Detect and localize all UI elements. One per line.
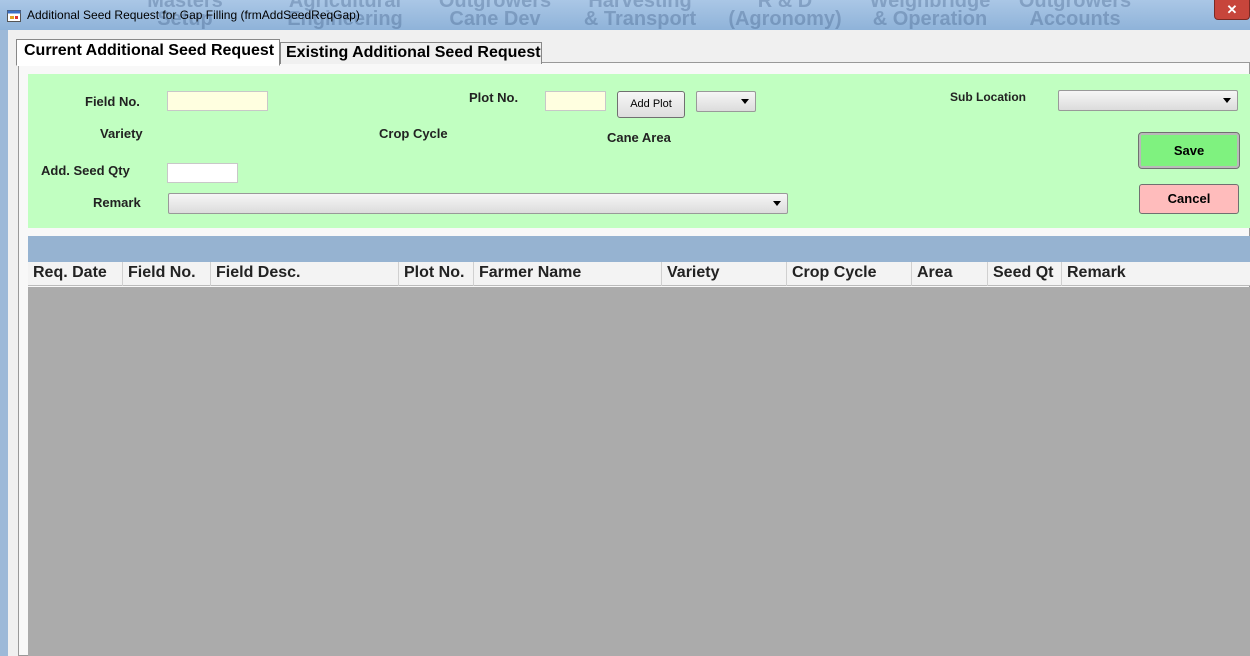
column-header-farmer-name[interactable]: Farmer Name: [473, 262, 661, 286]
column-header-variety[interactable]: Variety: [661, 262, 786, 286]
remark-dropdown[interactable]: [168, 193, 788, 214]
column-header-plot-no[interactable]: Plot No.: [398, 262, 473, 286]
grid-body[interactable]: [28, 287, 1250, 656]
variety-label: Variety: [100, 126, 143, 141]
remark-label: Remark: [93, 195, 141, 210]
cancel-button[interactable]: Cancel: [1139, 184, 1239, 214]
chevron-down-icon: [773, 201, 781, 206]
plot-dropdown[interactable]: [696, 91, 756, 112]
cane-area-label: Cane Area: [607, 130, 671, 145]
sub-location-label: Sub Location: [950, 90, 1026, 104]
background-menu-item: R & D (Agronomy): [728, 0, 842, 30]
add-seed-qty-label: Add. Seed Qty: [41, 163, 130, 178]
tab-existing-request[interactable]: Existing Additional Seed Request: [280, 42, 542, 64]
background-menu-item: Outgrowers Accounts: [1018, 0, 1132, 30]
save-button[interactable]: Save: [1138, 132, 1240, 169]
column-header-field-desc[interactable]: Field Desc.: [210, 262, 398, 286]
column-header-remark[interactable]: Remark: [1061, 262, 1250, 286]
plot-no-input[interactable]: [545, 91, 606, 111]
column-header-field-no[interactable]: Field No.: [122, 262, 210, 286]
crop-cycle-label: Crop Cycle: [379, 126, 448, 141]
column-header-area[interactable]: Area: [911, 262, 987, 286]
grid-caption-bar: [28, 236, 1250, 262]
app-form-icon: [7, 10, 21, 22]
tab-current-request[interactable]: Current Additional Seed Request: [16, 39, 280, 66]
column-header-crop-cycle[interactable]: Crop Cycle: [786, 262, 911, 286]
add-plot-button[interactable]: Add Plot: [617, 91, 685, 118]
window-title: Additional Seed Request for Gap Filling …: [27, 8, 360, 22]
plot-no-label: Plot No.: [469, 90, 519, 105]
background-menu-item: Outgrowers Cane Dev: [438, 0, 552, 30]
background-menu-item: Harvesting & Transport: [583, 0, 697, 30]
chevron-down-icon: [741, 99, 749, 104]
column-header-req-date[interactable]: Req. Date: [28, 262, 122, 286]
background-menu-item: Weighbridge & Operation: [869, 0, 991, 30]
field-no-label: Field No.: [85, 94, 140, 109]
window-left-border: [0, 30, 8, 656]
grid-header: Req. Date Field No. Field Desc. Plot No.…: [28, 262, 1250, 286]
chevron-down-icon: [1223, 98, 1231, 103]
column-header-seed-qt[interactable]: Seed Qt: [987, 262, 1061, 286]
field-no-input[interactable]: [167, 91, 268, 111]
close-button[interactable]: ✕: [1214, 0, 1250, 20]
add-seed-qty-input[interactable]: [167, 163, 238, 183]
sub-location-dropdown[interactable]: [1058, 90, 1238, 111]
